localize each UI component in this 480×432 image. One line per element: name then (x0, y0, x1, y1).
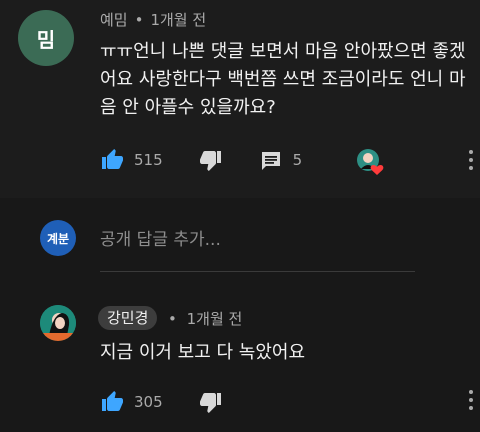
comment-text: ㅠㅠ언니 나쁜 댓글 보면서 마음 안아팠으면 좋겠어요 사랑한다구 백번쯤 쓰… (100, 41, 466, 118)
thumb-up-icon (102, 149, 123, 169)
reply-author-chip[interactable]: 강민경 (98, 306, 158, 330)
thumb-down-icon (199, 393, 221, 413)
thumb-up-icon (102, 391, 123, 411)
thumb-down-icon (199, 151, 221, 171)
add-reply-row: 계분 공개 답글 추가... (0, 200, 480, 276)
reply-count: 5 (292, 151, 303, 169)
dislike-button[interactable] (199, 148, 223, 172)
reply-dislike-button[interactable] (199, 390, 223, 414)
more-dots-icon (469, 390, 473, 394)
like-count: 515 (134, 151, 163, 169)
reply-meta: • 1개월 전 (168, 308, 242, 329)
comment-meta: 예밈 • 1개월 전 (100, 9, 206, 30)
comment-author[interactable]: 예밈 (100, 11, 128, 29)
comment-icon (261, 152, 280, 170)
creator-heart (355, 147, 385, 177)
commenter-avatar[interactable]: 밈 (18, 10, 74, 66)
user-avatar[interactable]: 계분 (40, 220, 76, 256)
reply-button[interactable] (259, 148, 283, 172)
creator-heart-icon (357, 149, 384, 175)
comment-thread: 밈 예밈 • 1개월 전 ㅠㅠ언니 나쁜 댓글 보면서 마음 안아팠으면 좋겠어요 … (0, 0, 480, 198)
comment-menu-button[interactable] (466, 150, 476, 170)
reply-time[interactable]: 1개월 전 (187, 310, 243, 328)
reply-menu-button[interactable] (466, 390, 476, 410)
reply-author-avatar[interactable] (40, 305, 76, 341)
reply-input[interactable]: 공개 답글 추가... (100, 225, 415, 272)
meta-separator: • (134, 11, 144, 29)
reply-text: 지금 이거 보고 다 녹았어요 (100, 342, 306, 363)
more-dots-icon (469, 150, 473, 154)
comment-time[interactable]: 1개월 전 (150, 11, 206, 29)
comment-actions: 515 5 (100, 145, 302, 175)
like-button[interactable] (100, 148, 124, 172)
reply-like-button[interactable] (100, 390, 124, 414)
profile-photo-icon (40, 305, 76, 341)
meta-separator: • (168, 310, 177, 328)
reply-actions: 305 (100, 387, 223, 417)
reply-like-count: 305 (134, 393, 163, 411)
